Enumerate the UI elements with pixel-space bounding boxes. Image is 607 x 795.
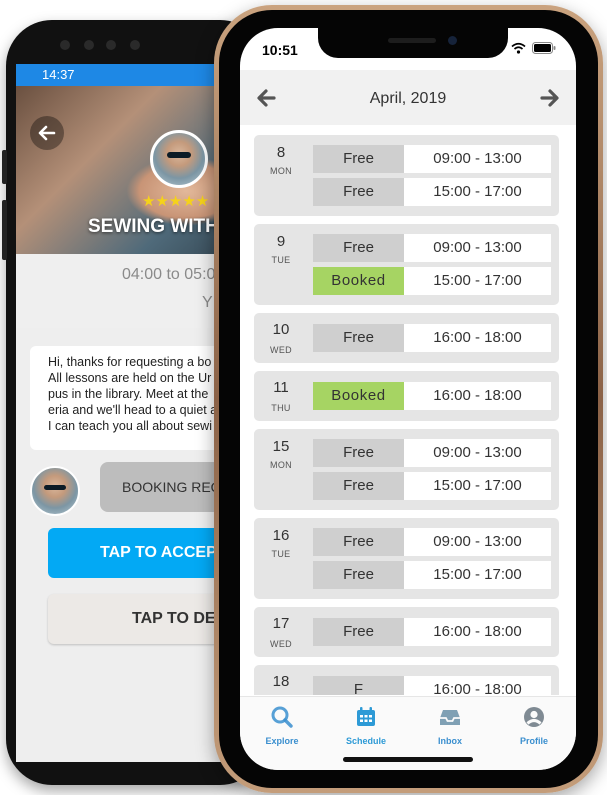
day-card: 15 MON Free 09:00 - 13:00 Free 15:00 - 17:00 [254,429,559,510]
rating-stars: ★★★★★ [142,193,210,210]
day-number: 10 [272,321,290,338]
booked-badge: Booked [313,267,404,295]
free-badge: Free [313,145,404,173]
tab-profile[interactable]: Profile [492,705,576,746]
time-slot[interactable]: Free 16:00 - 18:00 [313,324,551,352]
slot-time: 15:00 - 17:00 [404,472,551,500]
slot-time: 15:00 - 17:00 [404,178,551,206]
day-number: 17 [272,615,290,632]
month-navigator: April, 2019 [240,70,576,125]
front-phone-screen: 10:51 April, 2019 8 MON Free 09:00 - 13:… [240,28,576,770]
time-slot[interactable]: Booked 15:00 - 17:00 [313,267,551,295]
lesson-title: SEWING WITH I [88,216,230,237]
day-name: WED [270,345,292,355]
slot-time: 16:00 - 18:00 [404,324,551,352]
time-suffix: Y [202,294,213,311]
day-number: 9 [276,233,286,250]
ios-status-icons [511,42,556,54]
day-number: 15 [272,438,290,455]
volume-button [2,200,7,260]
next-month-button[interactable] [538,86,562,110]
front-phone: 10:51 April, 2019 8 MON Free 09:00 - 13:… [214,5,603,793]
day-card: 9 TUE Free 09:00 - 13:00 Booked 15:00 - 17:00 [254,224,559,305]
day-name: WED [270,639,292,649]
calendar-icon [357,707,375,726]
time-range: 04:00 to 05:00 [122,266,225,283]
day-card: 11 THU Booked 16:00 - 18:00 [254,371,559,421]
slot-time: 16:00 - 18:00 [404,382,551,410]
day-number: 11 [273,379,289,396]
tab-label: Profile [519,736,548,746]
tab-label: Inbox [438,736,462,746]
free-badge: Free [313,439,404,467]
day-name: THU [271,403,291,413]
day-card: 10 WED Free 16:00 - 18:00 [254,313,559,363]
time-slot[interactable]: Free 16:00 - 18:00 [313,618,551,646]
tab-inbox[interactable]: Inbox [408,705,492,746]
free-badge: Free [313,618,404,646]
free-badge: Free [313,324,404,352]
day-number: 18 [272,673,290,690]
phone-sensors [46,40,226,52]
slot-time: 15:00 - 17:00 [404,561,551,589]
time-slot[interactable]: F 16:00 - 18:00 [313,676,551,695]
wifi-icon [511,42,526,54]
time-slot[interactable]: Free 15:00 - 17:00 [313,178,551,206]
day-number: 8 [276,144,286,161]
booked-badge: Booked [313,382,404,410]
slot-time: 16:00 - 18:00 [404,676,551,695]
schedule-list: 8 MON Free 09:00 - 13:00 Free 15:00 - 17:00 9 T… [240,125,576,695]
time-slot[interactable]: Booked 16:00 - 18:00 [313,382,551,410]
time-slot[interactable]: Free 09:00 - 13:00 [313,528,551,556]
day-name: TUE [271,549,291,559]
slot-time: 09:00 - 13:00 [404,439,551,467]
status-time: 10:51 [262,42,298,58]
time-slot[interactable]: Free 09:00 - 13:00 [313,145,551,173]
day-name: MON [270,166,292,176]
day-card: 16 TUE Free 09:00 - 13:00 Free 15:00 - 17:00 [254,518,559,599]
time-slot[interactable]: Free 15:00 - 17:00 [313,472,551,500]
free-badge: Free [313,561,404,589]
arrow-right-icon [540,89,559,107]
free-badge: F [313,676,404,695]
student-avatar [30,466,80,516]
time-slot[interactable]: Free 15:00 - 17:00 [313,561,551,589]
free-badge: Free [313,178,404,206]
free-badge: Free [313,234,404,262]
tab-label: Explore [265,736,299,746]
slot-time: 09:00 - 13:00 [404,234,551,262]
tab-label: Schedule [345,736,386,746]
free-badge: Free [313,472,404,500]
day-card: 18 F 16:00 - 18:00 [254,665,559,695]
day-card: 17 WED Free 16:00 - 18:00 [254,607,559,657]
battery-icon [532,42,556,54]
time-slot[interactable]: Free 09:00 - 13:00 [313,234,551,262]
volume-button [2,150,7,184]
home-indicator [343,757,473,762]
slot-time: 15:00 - 17:00 [404,267,551,295]
day-name: TUE [271,255,291,265]
day-card: 8 MON Free 09:00 - 13:00 Free 15:00 - 17:00 [254,135,559,216]
time-slot[interactable]: Free 09:00 - 13:00 [313,439,551,467]
day-number: 16 [272,527,290,544]
tutor-avatar[interactable] [150,130,208,188]
tab-explore[interactable]: Explore [240,705,324,746]
free-badge: Free [313,528,404,556]
phone-notch [318,28,508,58]
inbox-icon [440,710,460,725]
arrow-left-icon [38,125,56,141]
slot-time: 09:00 - 13:00 [404,145,551,173]
slot-time: 16:00 - 18:00 [404,618,551,646]
slot-time: 09:00 - 13:00 [404,528,551,556]
search-icon [271,706,293,728]
tab-schedule[interactable]: Schedule [324,705,408,746]
current-month: April, 2019 [369,90,447,107]
back-button[interactable] [30,116,64,150]
profile-icon [524,707,544,727]
day-name: MON [270,460,292,470]
status-time: 14:37 [42,67,75,82]
